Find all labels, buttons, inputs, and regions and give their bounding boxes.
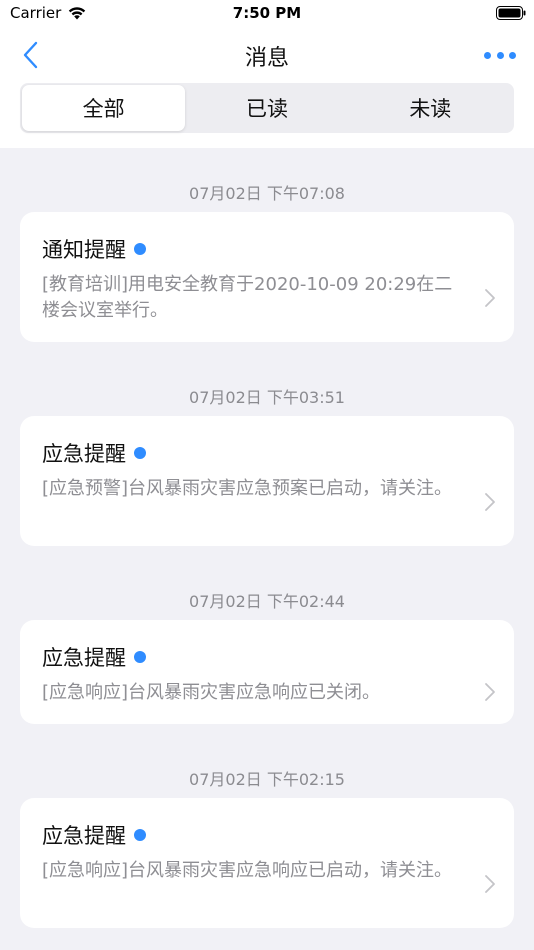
message-card[interactable]: 通知提醒 [教育培训]用电安全教育于2020-10-09 20:29在二楼会议室… xyxy=(20,212,514,342)
message-title: 应急提醒 xyxy=(42,442,126,466)
message-body: [应急响应]台风暴雨灾害应急响应已启动，请关注。 xyxy=(42,860,453,881)
chevron-right-icon xyxy=(485,683,495,701)
message-title-row: 应急提醒 xyxy=(42,820,146,850)
chevron-right-icon xyxy=(485,875,495,893)
message-card[interactable]: 应急提醒 [应急响应]台风暴雨灾害应急响应已关闭。 xyxy=(20,620,514,724)
message-time: 07月02日 下午02:15 xyxy=(189,770,345,789)
message-title: 通知提醒 xyxy=(42,238,126,262)
page-title: 消息 xyxy=(244,46,289,71)
message-title: 应急提醒 xyxy=(42,646,126,670)
more-dots-icon xyxy=(484,51,491,59)
navigation-bar: 消息 xyxy=(0,28,534,80)
message-time: 07月02日 下午03:51 xyxy=(189,388,345,407)
more-button[interactable] xyxy=(484,48,516,62)
message-card[interactable]: 应急提醒 [应急预警]台风暴雨灾害应急预案已启动，请关注。 xyxy=(20,416,514,546)
battery-icon xyxy=(496,6,526,20)
segmented-control: 全部 已读 未读 xyxy=(20,83,514,133)
message-body: [应急预警]台风暴雨灾害应急预案已启动，请关注。 xyxy=(42,478,453,499)
filter-bar: 全部 已读 未读 xyxy=(0,80,534,148)
status-time: 7:50 PM xyxy=(232,4,302,22)
unread-dot-icon xyxy=(134,243,146,255)
chevron-right-icon xyxy=(485,493,495,511)
message-title-row: 通知提醒 xyxy=(42,234,146,264)
message-body: [应急响应]台风暴雨灾害应急响应已关闭。 xyxy=(42,682,381,703)
unread-dot-icon xyxy=(134,447,146,459)
unread-dot-icon xyxy=(134,829,146,841)
more-dots-icon xyxy=(496,51,504,59)
message-card[interactable]: 应急提醒 [应急响应]台风暴雨灾害应急响应已启动，请关注。 xyxy=(20,798,514,928)
more-dots-icon xyxy=(509,51,516,59)
tab-all[interactable]: 全部 xyxy=(22,85,186,131)
tab-read[interactable]: 已读 xyxy=(185,85,348,131)
message-body: [教育培训]用电安全教育于2020-10-09 20:29在二楼会议室举行。 xyxy=(42,274,453,321)
tab-unread[interactable]: 未读 xyxy=(349,85,512,131)
unread-dot-icon xyxy=(134,651,146,663)
message-title-row: 应急提醒 xyxy=(42,438,146,468)
message-time: 07月02日 下午07:08 xyxy=(189,184,345,203)
message-time: 07月02日 下午02:44 xyxy=(189,592,345,611)
status-bar: Carrier 7:50 PM xyxy=(0,0,534,28)
chevron-right-icon xyxy=(485,289,495,307)
message-title-row: 应急提醒 xyxy=(42,642,146,672)
message-title: 应急提醒 xyxy=(42,824,126,848)
